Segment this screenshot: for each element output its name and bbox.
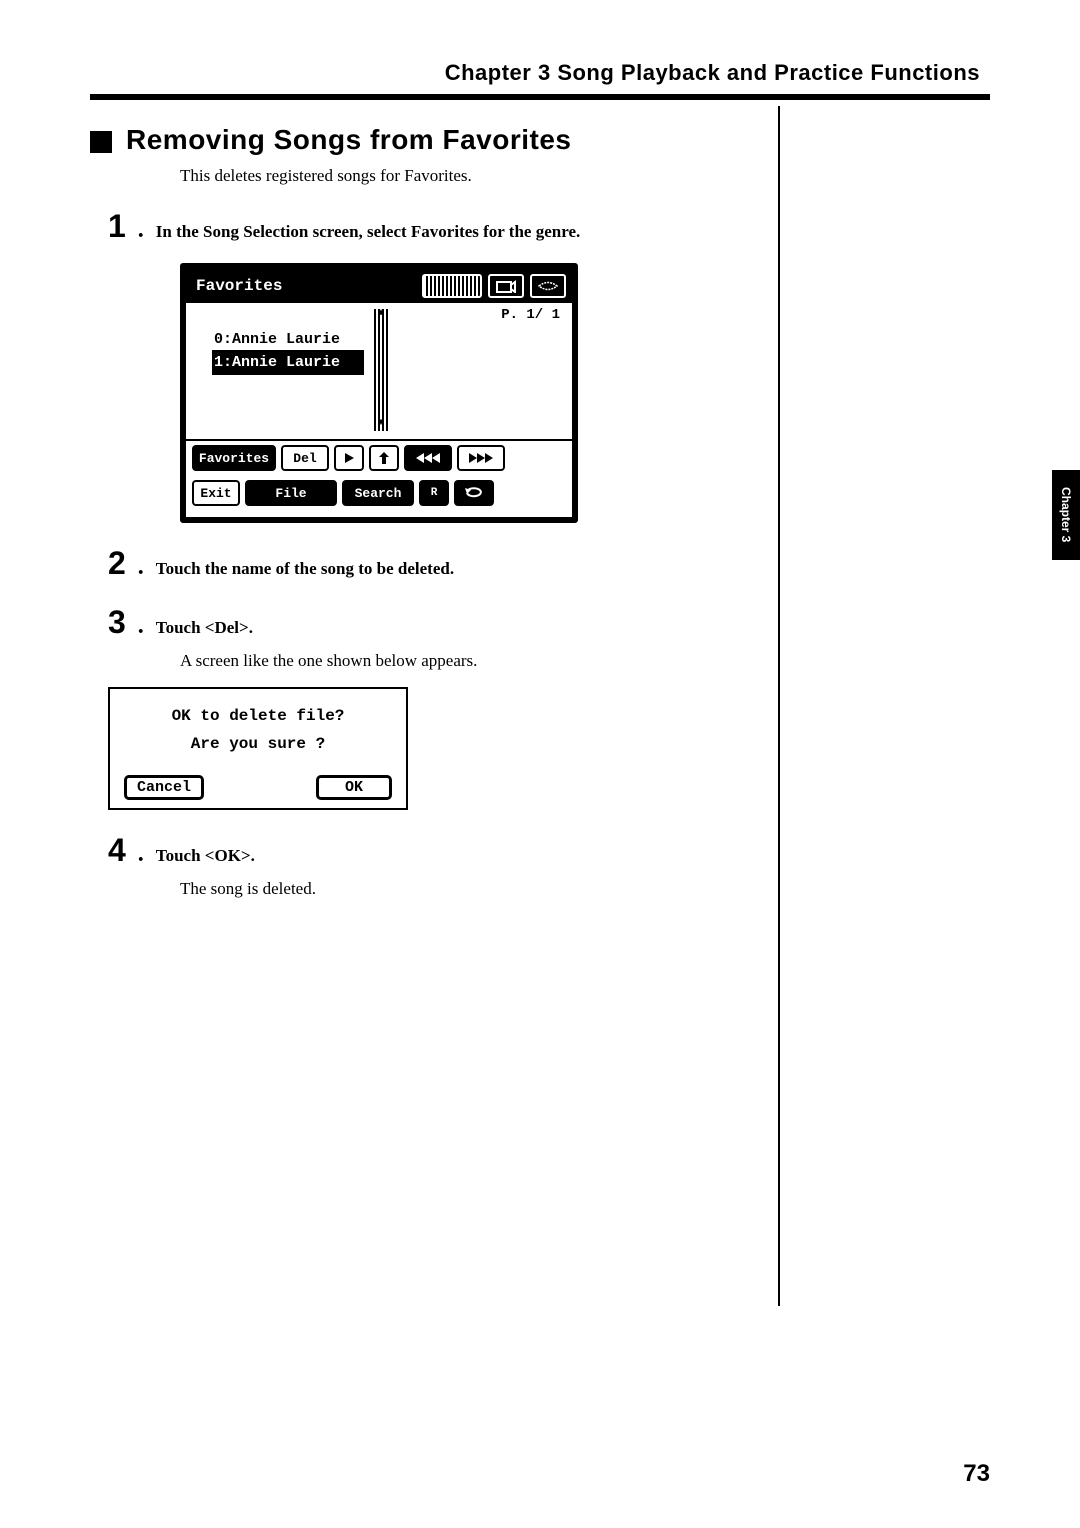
section-intro: This deletes registered songs for Favori… xyxy=(180,166,738,186)
forward-icon[interactable] xyxy=(457,445,505,471)
play-icon[interactable] xyxy=(334,445,364,471)
list-item[interactable]: 0:Annie Laurie xyxy=(212,329,364,352)
page-number: 73 xyxy=(963,1460,990,1488)
scrollbar[interactable]: ▲▼ xyxy=(374,309,388,431)
rewind-icon[interactable] xyxy=(404,445,452,471)
favorites-button[interactable]: Favorites xyxy=(192,445,276,471)
ok-button[interactable]: OK xyxy=(316,775,392,800)
del-button[interactable]: Del xyxy=(281,445,329,471)
step-dot: . xyxy=(138,554,144,581)
step-dot: . xyxy=(138,841,144,868)
step-subtext: The song is deleted. xyxy=(180,879,738,899)
confirm-dialog: OK to delete file? Are you sure ? Cancel… xyxy=(108,687,408,810)
section-bullet-icon xyxy=(90,131,112,153)
step-number: 1 xyxy=(108,208,126,245)
side-tab: Chapter 3 xyxy=(1052,470,1080,560)
step-number: 3 xyxy=(108,604,126,641)
section-title: Removing Songs from Favorites xyxy=(126,124,571,156)
song-list: 0:Annie Laurie 1:Annie Laurie xyxy=(212,329,364,375)
search-button[interactable]: Search xyxy=(342,480,414,506)
dialog-message: Are you sure ? xyxy=(120,735,396,753)
tv-icon[interactable] xyxy=(488,274,524,298)
step-text: Touch the name of the song to be deleted… xyxy=(156,559,454,579)
lcd-page-indicator: P. 1/ 1 xyxy=(501,307,560,323)
header-rule xyxy=(90,94,990,100)
file-button[interactable]: File xyxy=(245,480,337,506)
lcd-title: Favorites xyxy=(192,277,282,295)
cancel-button[interactable]: Cancel xyxy=(124,775,204,800)
step-text: Touch <OK>. xyxy=(156,846,255,866)
lyrics-icon[interactable] xyxy=(530,274,566,298)
chapter-header: Chapter 3 Song Playback and Practice Fun… xyxy=(90,60,990,94)
repeat-icon[interactable] xyxy=(454,480,494,506)
random-icon[interactable]: R xyxy=(419,480,449,506)
up-icon[interactable] xyxy=(369,445,399,471)
volume-button[interactable] xyxy=(422,274,482,298)
list-item-selected[interactable]: 1:Annie Laurie xyxy=(212,352,364,375)
step-subtext: A screen like the one shown below appear… xyxy=(180,651,738,671)
exit-button[interactable]: Exit xyxy=(192,480,240,506)
step-dot: . xyxy=(138,613,144,640)
step-dot: . xyxy=(138,217,144,244)
step-number: 2 xyxy=(108,545,126,582)
step-text: Touch <Del>. xyxy=(156,618,253,638)
step-text: In the Song Selection screen, select Fav… xyxy=(156,222,580,242)
dialog-title: OK to delete file? xyxy=(120,707,396,725)
lcd-song-selection: Favorites P. 1/ 1 0:Annie Laurie 1:Annie… xyxy=(180,263,578,523)
step-number: 4 xyxy=(108,832,126,869)
